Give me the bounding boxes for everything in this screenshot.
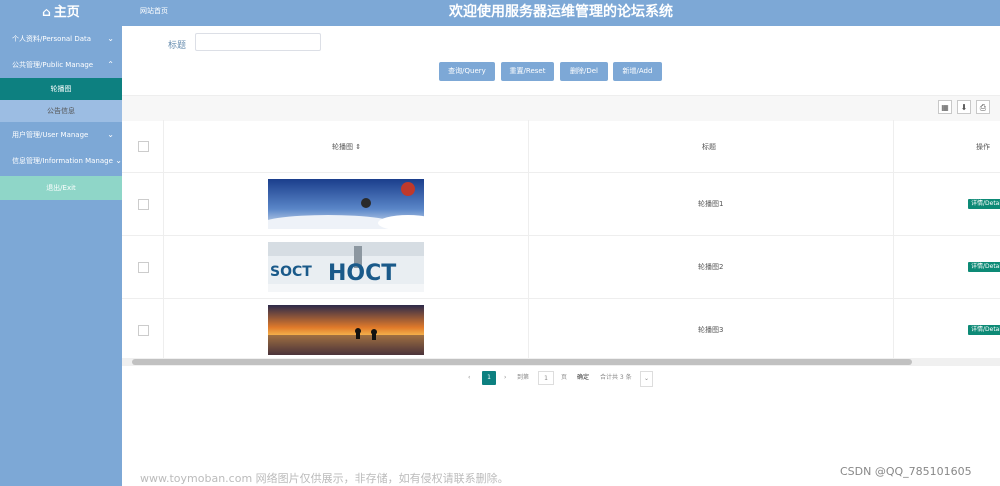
row-title: 轮播图2: [698, 263, 724, 271]
submenu-item-notice[interactable]: 公告信息: [0, 100, 122, 122]
top-bar: 网站首页 欢迎使用服务器运维管理的论坛系统: [122, 0, 1000, 26]
scrollbar-thumb[interactable]: [132, 359, 912, 365]
menu-item-user-manage[interactable]: 用户管理/User Manage ⌄: [0, 122, 122, 148]
details-button[interactable]: 详情/Details: [968, 262, 1000, 272]
chevron-up-icon: ⌃: [107, 60, 114, 69]
chevron-down-icon: ⌄: [107, 34, 114, 43]
svg-text:SOCT: SOCT: [270, 264, 312, 280]
exit-button[interactable]: 退出/Exit: [0, 176, 122, 200]
sort-icon[interactable]: ⇕: [355, 143, 361, 151]
sidebar: ⌂ 主页 个人资料/Personal Data ⌄ 公共管理/Public Man…: [0, 0, 122, 486]
page-number-current[interactable]: 1: [482, 371, 496, 385]
table-row: 轮播图1 详情/Details: [122, 173, 1000, 236]
details-button[interactable]: 详情/Details: [968, 199, 1000, 209]
chevron-down-icon: ⌄: [644, 375, 650, 382]
goto-page-input[interactable]: 1: [538, 371, 554, 385]
total-count: 合计共 3 条: [600, 374, 632, 381]
column-header-action: 操作: [976, 143, 990, 151]
details-button[interactable]: 详情/Details: [968, 325, 1000, 335]
table-row: 轮播图3 详情/Details: [122, 299, 1000, 362]
table-toolbar: [122, 95, 1000, 121]
add-button[interactable]: 新增/Add: [613, 62, 662, 81]
goto-confirm-button[interactable]: 确定: [577, 371, 589, 385]
menu-item-information-manage[interactable]: 信息管理/Information Manage ⌄: [0, 148, 122, 174]
carousel-image: SOCT HOCT: [268, 242, 424, 292]
chevron-down-icon: ⌄: [107, 130, 114, 139]
table-row: SOCT HOCT 轮播图2 详情/Details: [122, 236, 1000, 299]
menu-item-public-manage[interactable]: 公共管理/Public Manage ⌃: [0, 52, 122, 78]
delete-button[interactable]: 删除/Del: [560, 62, 608, 81]
row-title: 轮播图1: [698, 200, 724, 208]
page-size-select[interactable]: ⌄: [640, 371, 654, 387]
home-icon: ⌂: [42, 5, 51, 19]
row-checkbox[interactable]: [138, 262, 149, 273]
data-table: 轮播图 ⇕ 标题 操作 轮播图1 详情/Deta SOCT HOCT 轮播图2 …: [122, 120, 1000, 362]
svg-text:HOCT: HOCT: [328, 261, 396, 286]
search-label: 标题: [168, 41, 187, 51]
page-title: 欢迎使用服务器运维管理的论坛系统: [449, 4, 673, 20]
row-title: 轮播图3: [698, 326, 724, 334]
menu-item-personal-data[interactable]: 个人资料/Personal Data ⌄: [0, 26, 122, 52]
watermark-right: CSDN @QQ_785101605: [840, 465, 972, 478]
carousel-image: [268, 179, 424, 229]
table-header-row: 轮播图 ⇕ 标题 操作: [122, 120, 1000, 173]
reset-button[interactable]: 重置/Reset: [501, 62, 554, 81]
column-header-carousel[interactable]: 轮播图 ⇕: [332, 142, 361, 152]
horizontal-scrollbar[interactable]: [122, 358, 1000, 366]
chevron-down-icon: ⌄: [115, 156, 122, 165]
columns-icon[interactable]: ▦: [938, 100, 952, 114]
search-input[interactable]: [195, 33, 321, 51]
export-icon[interactable]: ⬇: [957, 100, 971, 114]
print-icon[interactable]: ⎙: [976, 100, 990, 114]
page-unit-label: 页: [561, 374, 568, 381]
carousel-image: [268, 305, 424, 355]
watermark-left: www.toymoban.com 网络图片仅供展示，非存储，如有侵权请联系删除。: [140, 472, 509, 485]
column-header-title: 标题: [702, 143, 716, 151]
row-checkbox[interactable]: [138, 199, 149, 210]
submenu-item-carousel[interactable]: 轮播图: [0, 78, 122, 100]
prev-page-icon[interactable]: ‹: [468, 371, 470, 385]
home-logo[interactable]: ⌂ 主页: [0, 0, 122, 26]
row-checkbox[interactable]: [138, 325, 149, 336]
goto-label: 到第: [517, 374, 530, 381]
select-all-checkbox[interactable]: [138, 141, 149, 152]
query-button[interactable]: 查询/Query: [439, 62, 495, 81]
next-page-icon[interactable]: ›: [504, 371, 506, 385]
